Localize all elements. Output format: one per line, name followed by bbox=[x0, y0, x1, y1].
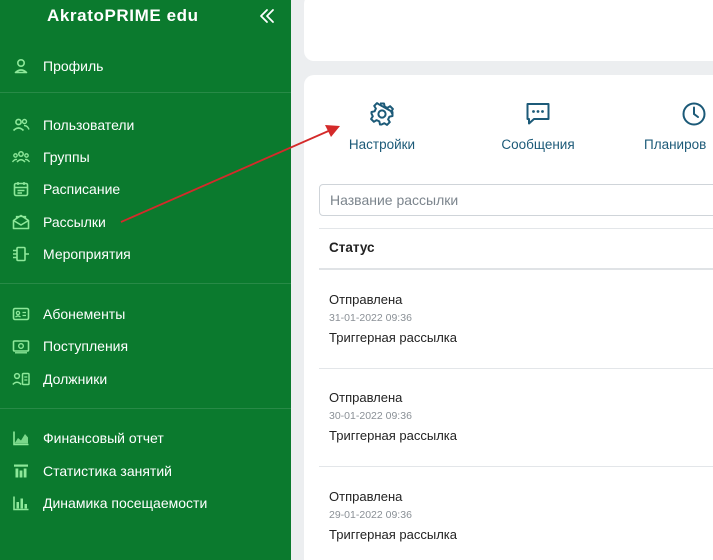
sidebar-item-mailings[interactable]: Рассылки bbox=[0, 208, 291, 236]
sidebar-item-debtors[interactable]: Должники bbox=[0, 365, 291, 393]
tab-scheduler[interactable]: Планиров bbox=[644, 100, 713, 152]
top-card bbox=[304, 0, 713, 61]
sidebar-item-groups[interactable]: Группы bbox=[0, 143, 291, 171]
sidebar-item-label: Расписание bbox=[43, 181, 121, 197]
sidebar-item-label: Финансовый отчет bbox=[43, 430, 164, 446]
sidebar-divider bbox=[0, 92, 291, 93]
tab-label: Планиров bbox=[644, 137, 707, 152]
row-status: Отправлена bbox=[329, 390, 403, 405]
sidebar-item-label: Профиль bbox=[43, 58, 104, 74]
id-card-icon bbox=[11, 304, 31, 324]
row-divider bbox=[319, 466, 713, 467]
sidebar-item-label: Группы bbox=[43, 149, 90, 165]
row-divider bbox=[319, 368, 713, 369]
area-chart-icon bbox=[11, 428, 31, 448]
row-date: 30-01-2022 09:36 bbox=[329, 410, 412, 422]
sidebar-divider bbox=[0, 283, 291, 284]
sidebar-item-schedule[interactable]: Расписание bbox=[0, 175, 291, 203]
table-header-divider bbox=[319, 268, 713, 270]
row-type: Триггерная рассылка bbox=[329, 527, 458, 542]
sidebar-item-label: Мероприятия bbox=[43, 246, 131, 262]
sidebar-item-label: Абонементы bbox=[43, 306, 126, 322]
mailing-name-search-input[interactable] bbox=[319, 184, 713, 216]
tab-label: Настройки bbox=[348, 137, 416, 152]
mail-open-icon bbox=[11, 212, 31, 232]
sidebar-item-events[interactable]: Мероприятия bbox=[0, 240, 291, 268]
row-type: Триггерная рассылка bbox=[329, 428, 458, 443]
sidebar-item-income[interactable]: Поступления bbox=[0, 332, 291, 360]
row-status: Отправлена bbox=[329, 292, 403, 307]
sidebar-item-label: Поступления bbox=[43, 338, 129, 354]
tab-messages[interactable]: Сообщения bbox=[494, 100, 582, 152]
table-divider bbox=[319, 228, 713, 229]
app-title: AkratoPRIME edu bbox=[47, 6, 199, 25]
bar-chart-icon bbox=[11, 493, 31, 513]
sidebar-divider bbox=[0, 408, 291, 409]
user-icon bbox=[11, 56, 31, 76]
sidebar-item-label: Должники bbox=[43, 371, 108, 387]
sidebar: AkratoPRIME edu Профиль Пользователи Гру… bbox=[0, 0, 291, 560]
users-icon bbox=[11, 115, 31, 135]
cash-icon bbox=[11, 336, 31, 356]
bar-stats-icon bbox=[11, 461, 31, 481]
sidebar-item-label: Статистика занятий bbox=[43, 463, 172, 479]
double-chevron-left-icon bbox=[260, 9, 274, 23]
tab-label: Сообщения bbox=[501, 137, 575, 152]
groups-icon bbox=[11, 147, 31, 167]
message-icon bbox=[526, 103, 550, 125]
sidebar-item-class-stats[interactable]: Статистика занятий bbox=[0, 457, 291, 485]
sidebar-item-label: Рассылки bbox=[43, 214, 106, 230]
calendar-icon bbox=[11, 179, 31, 199]
sidebar-item-subscriptions[interactable]: Абонементы bbox=[0, 300, 291, 328]
row-status: Отправлена bbox=[329, 489, 403, 504]
row-date: 31-01-2022 09:36 bbox=[329, 312, 412, 324]
clock-icon bbox=[682, 102, 706, 126]
table-row[interactable]: Отправлена 31-01-2022 09:36 Триггерная р… bbox=[319, 292, 713, 370]
sidebar-item-users[interactable]: Пользователи bbox=[0, 111, 291, 139]
status-column-header[interactable]: Статус bbox=[329, 240, 375, 255]
tab-settings[interactable]: Настройки bbox=[340, 100, 424, 152]
row-date: 29-01-2022 09:36 bbox=[329, 509, 412, 521]
table-row[interactable]: Отправлена 30-01-2022 09:36 Триггерная р… bbox=[319, 390, 713, 468]
sidebar-item-label: Пользователи bbox=[43, 117, 135, 133]
row-type: Триггерная рассылка bbox=[329, 330, 458, 345]
events-icon bbox=[11, 244, 31, 264]
debtor-icon bbox=[11, 369, 31, 389]
sidebar-item-attendance-dynamics[interactable]: Динамика посещаемости bbox=[0, 489, 291, 517]
sidebar-item-financial-report[interactable]: Финансовый отчет bbox=[0, 424, 291, 452]
collapse-sidebar-button[interactable] bbox=[258, 6, 276, 26]
sidebar-item-profile[interactable]: Профиль bbox=[0, 52, 291, 80]
table-row[interactable]: Отправлена 29-01-2022 09:36 Триггерная р… bbox=[319, 489, 713, 560]
sidebar-item-label: Динамика посещаемости bbox=[43, 495, 208, 511]
gear-icon bbox=[370, 102, 394, 126]
